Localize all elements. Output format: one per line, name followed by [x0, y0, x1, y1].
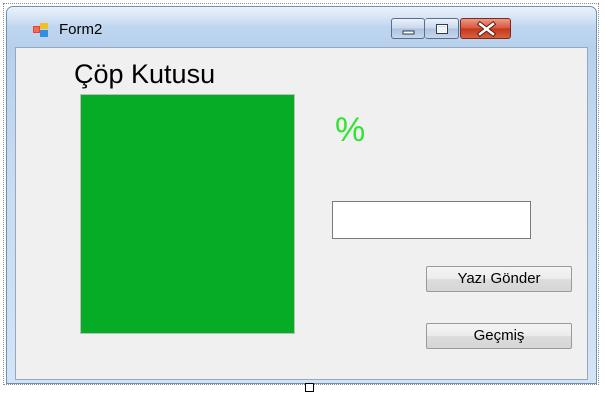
trash-bin-level-fill: [81, 95, 294, 333]
message-input[interactable]: [332, 201, 531, 239]
history-button[interactable]: Geçmiş: [426, 323, 572, 349]
windows-form-icon: [33, 23, 48, 37]
send-text-button[interactable]: Yazı Gönder: [426, 266, 572, 292]
title-bar[interactable]: Form2: [7, 7, 596, 47]
form-window: Form2 Çöp Kutusu % Yazı Gönder Geçmiş: [6, 6, 597, 384]
maximize-icon: [436, 24, 448, 34]
resize-handle[interactable]: [305, 383, 314, 392]
minimize-button[interactable]: [391, 18, 425, 39]
page-title: Çöp Kutusu: [74, 59, 216, 89]
fill-percent-label: %: [335, 111, 366, 149]
close-icon: [476, 20, 497, 38]
window-title: Form2: [59, 21, 103, 38]
form-client-area: Çöp Kutusu % Yazı Gönder Geçmiş: [15, 47, 588, 380]
close-button[interactable]: [460, 18, 511, 39]
trash-bin-level-bar: [80, 94, 295, 334]
maximize-button[interactable]: [425, 18, 459, 39]
minimize-icon: [402, 30, 415, 35]
